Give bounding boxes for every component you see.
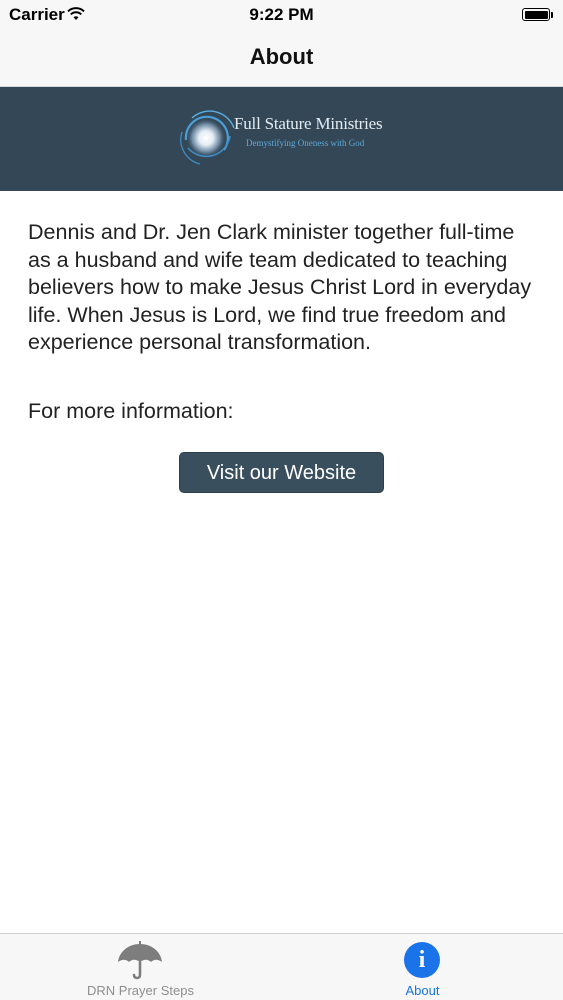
battery-icon bbox=[522, 8, 550, 21]
status-time: 9:22 PM bbox=[249, 5, 314, 24]
more-info-label: For more information: bbox=[28, 399, 234, 423]
tab-label: DRN Prayer Steps bbox=[87, 983, 194, 998]
visit-website-button[interactable]: Visit our Website bbox=[179, 452, 384, 493]
about-screen: Carrier 9:22 PM About Full Stature Minis… bbox=[0, 0, 563, 1000]
tab-label: About bbox=[405, 983, 440, 998]
battery-cap bbox=[551, 12, 553, 18]
tab-drn-prayer-steps[interactable]: DRN Prayer Steps bbox=[0, 934, 281, 1000]
navigation-bar: About bbox=[0, 30, 563, 87]
tab-bar: DRN Prayer Steps i About bbox=[0, 933, 563, 1000]
tab-about[interactable]: i About bbox=[282, 934, 563, 1000]
logo-tagline: Demystifying Oneness with God bbox=[246, 138, 365, 148]
status-bar: Carrier 9:22 PM bbox=[0, 0, 563, 30]
logo-name: Full Stature Ministries bbox=[234, 114, 383, 133]
about-description: Dennis and Dr. Jen Clark minister togeth… bbox=[28, 220, 532, 354]
umbrella-icon bbox=[118, 941, 162, 980]
page-title: About bbox=[249, 44, 314, 69]
ministry-logo-icon bbox=[180, 110, 235, 165]
info-icon: i bbox=[404, 942, 440, 978]
